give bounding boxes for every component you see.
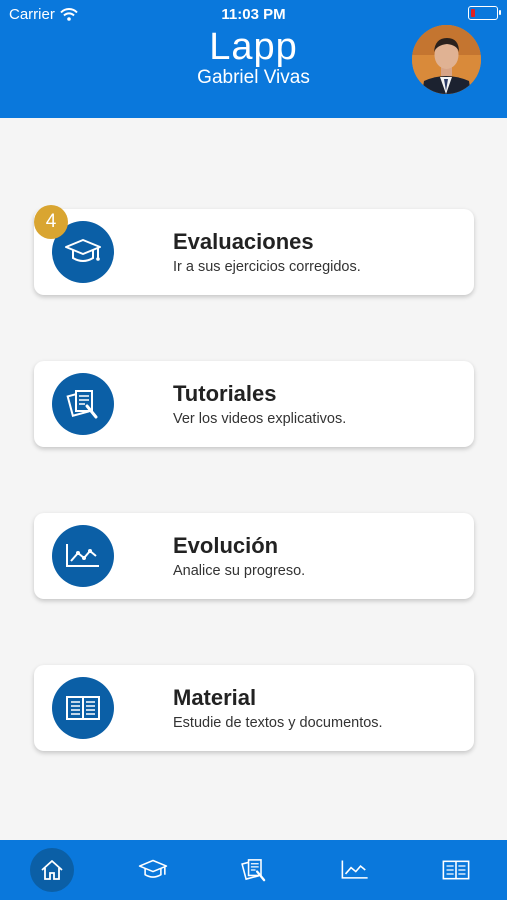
card-title: Material <box>173 685 257 710</box>
graduation-cap-icon <box>65 239 101 262</box>
graduation-cap-icon <box>138 859 168 878</box>
tab-evolucion[interactable] <box>333 848 377 892</box>
avatar[interactable] <box>412 25 481 94</box>
card-subtitle: Ir a sus ejercicios corregidos. <box>173 259 361 275</box>
tab-material[interactable] <box>434 848 478 892</box>
tutorial-docs-icon <box>66 390 98 419</box>
book-icon <box>66 696 100 720</box>
card-icon-circle <box>52 677 114 739</box>
avatar-photo <box>412 25 481 94</box>
battery-level <box>471 9 475 17</box>
battery-icon <box>468 6 501 20</box>
tab-home[interactable] <box>30 848 74 892</box>
line-chart-icon <box>341 860 368 879</box>
tab-bar <box>0 840 507 900</box>
card-tutoriales[interactable]: Tutoriales Ver los videos explicativos. <box>34 361 474 447</box>
home-icon <box>41 860 63 880</box>
status-bar: Carrier 11:03 PM <box>0 0 507 28</box>
card-title: Tutoriales <box>173 381 277 406</box>
card-material[interactable]: Material Estudie de textos y documentos. <box>34 665 474 751</box>
status-time: 11:03 PM <box>221 6 286 23</box>
card-evolucion[interactable]: Evolución Analice su progreso. <box>34 513 474 599</box>
card-icon-circle <box>52 525 114 587</box>
card-icon-circle <box>52 373 114 435</box>
book-icon <box>442 860 470 880</box>
tab-tutoriales[interactable] <box>232 848 276 892</box>
line-chart-icon <box>66 544 99 567</box>
card-title: Evaluaciones <box>173 229 314 254</box>
card-subtitle: Analice su progreso. <box>173 563 306 579</box>
card-subtitle: Ver los videos explicativos. <box>173 411 347 427</box>
card-evaluaciones[interactable]: 4 Evaluaciones Ir a sus ejercicios corre… <box>34 205 474 295</box>
notification-badge: 4 <box>34 205 68 239</box>
card-subtitle: Estudie de textos y documentos. <box>173 715 383 731</box>
tutorial-docs-icon <box>241 859 266 882</box>
app-header: Carrier 11:03 PM Lapp Gabriel Vivas <box>0 0 507 118</box>
tab-evaluaciones[interactable] <box>131 848 175 892</box>
card-title: Evolución <box>173 533 279 558</box>
